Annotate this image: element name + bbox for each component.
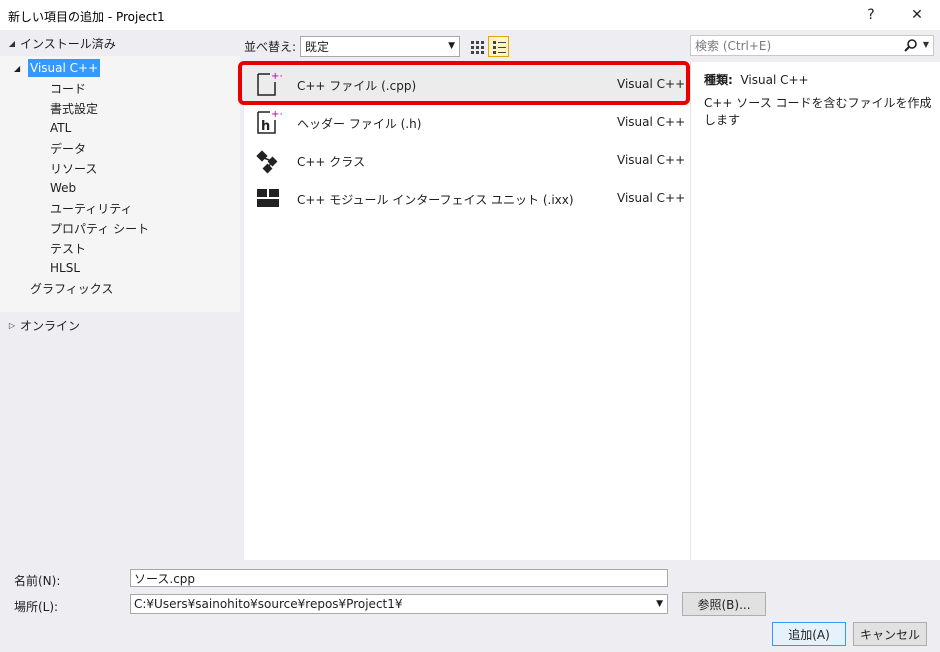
tree-item-label: HLSL — [50, 261, 81, 275]
chevron-down-icon[interactable]: ▼ — [923, 40, 929, 49]
expand-triangle-icon[interactable]: ◢ — [14, 64, 28, 73]
name-value: ソース.cpp — [134, 571, 196, 586]
online-label: オンライン — [20, 318, 81, 333]
list-item-header-file[interactable]: h ++ ヘッダー ファイル (.h) Visual C++ — [244, 103, 690, 141]
tree-item-label: ユーティリティ — [50, 201, 133, 216]
location-label: 場所(L): — [14, 600, 59, 614]
tree-item-label: データ — [50, 141, 87, 156]
tree-item-code[interactable]: コード — [50, 78, 86, 98]
location-value: C:¥Users¥sainohito¥source¥repos¥Project1… — [134, 597, 403, 611]
tree-item-label: グラフィックス — [30, 281, 114, 296]
item-name: ヘッダー ファイル (.h) — [297, 117, 422, 131]
tree-item-test[interactable]: テスト — [50, 238, 86, 258]
tree-item-formatting[interactable]: 書式設定 — [50, 98, 98, 118]
name-field[interactable]: ソース.cpp — [130, 569, 668, 587]
chevron-down-icon: ▼ — [448, 40, 456, 51]
tree-item-graphics[interactable]: グラフィックス — [30, 278, 113, 298]
module-icon — [257, 189, 279, 207]
class-icon — [256, 150, 278, 174]
header-file-icon: h ++ — [257, 109, 282, 134]
list-item-cpp-class[interactable]: C++ クラス Visual C++ — [244, 141, 690, 179]
search-input[interactable]: 検索 (Ctrl+E) ▼ — [690, 35, 934, 56]
browse-button[interactable]: 参照(B)... — [682, 592, 766, 616]
svg-text:++: ++ — [271, 71, 282, 82]
tree-item-property-sheet[interactable]: プロパティ シート — [50, 218, 149, 238]
tree-item-label: リソース — [50, 161, 98, 176]
list-item-cpp-file[interactable]: ++ C++ ファイル (.cpp) Visual C++ — [244, 65, 690, 103]
title-bar: 新しい項目の追加 - Project1 ? ✕ — [0, 0, 940, 30]
grid-view-icon — [470, 40, 484, 54]
category-pane: ◢ インストール済み ◢ Visual C++ コード 書式設定 ATL データ… — [0, 30, 240, 560]
tree-item-label: コード — [50, 81, 87, 96]
close-button[interactable]: ✕ — [894, 0, 940, 30]
tree-item-label: 書式設定 — [50, 101, 99, 116]
search-icon[interactable] — [904, 39, 917, 52]
chevron-down-icon[interactable]: ▼ — [656, 599, 663, 609]
tree-item-data[interactable]: データ — [50, 138, 86, 158]
sort-select[interactable]: 既定 ▼ — [300, 35, 461, 57]
tree-item-atl[interactable]: ATL — [50, 118, 71, 138]
small-icons-view-button[interactable] — [466, 36, 487, 57]
help-button[interactable]: ? — [848, 0, 894, 30]
expand-triangle-icon[interactable]: ▷ — [6, 321, 18, 330]
list-item-module-interface[interactable]: C++ モジュール インターフェイス ユニット (.ixx) Visual C+… — [244, 179, 690, 217]
cancel-button[interactable]: キャンセル — [853, 622, 927, 646]
item-description: C++ ソース コードを含むファイルを作成します — [704, 96, 932, 127]
sort-value: 既定 — [305, 39, 330, 54]
template-list: ++ C++ ファイル (.cpp) Visual C++ h ++ ヘッダー … — [244, 62, 690, 560]
item-type: Visual C++ — [617, 77, 686, 91]
tree-item-visual-cpp[interactable]: ◢ Visual C++ — [14, 58, 101, 78]
installed-label: インストール済み — [20, 36, 116, 51]
item-type: Visual C++ — [617, 115, 686, 129]
tree-item-resource[interactable]: リソース — [50, 158, 97, 178]
item-name: C++ ファイル (.cpp) — [297, 79, 417, 93]
svg-text:++: ++ — [271, 109, 282, 120]
svg-text:h: h — [261, 119, 270, 134]
tree-item-label: ATL — [50, 121, 72, 135]
list-view-button[interactable] — [488, 36, 509, 57]
location-field[interactable]: C:¥Users¥sainohito¥source¥repos¥Project1… — [130, 594, 668, 614]
tree-item-web[interactable]: Web — [50, 178, 76, 198]
item-type: Visual C++ — [617, 191, 686, 205]
online-header[interactable]: ▷ オンライン — [0, 312, 240, 338]
add-button[interactable]: 追加(A) — [772, 622, 846, 646]
category-tree: ◢ Visual C++ コード 書式設定 ATL データ リソース Web ユ… — [0, 56, 240, 312]
sort-toolbar: 並べ替え: 既定 ▼ — [244, 34, 509, 58]
search-placeholder: 検索 (Ctrl+E) — [695, 39, 772, 53]
tree-item-label: プロパティ シート — [50, 221, 150, 236]
item-type: Visual C++ — [617, 153, 686, 167]
item-kind: 種類: Visual C++ — [704, 71, 809, 88]
item-name: C++ モジュール インターフェイス ユニット (.ixx) — [297, 193, 574, 207]
kind-value: Visual C++ — [740, 73, 809, 87]
tree-item-hlsl[interactable]: HLSL — [50, 258, 80, 278]
list-view-icon — [492, 40, 506, 54]
details-pane: 種類: Visual C++ C++ ソース コードを含むファイルを作成します — [690, 62, 940, 560]
window-title: 新しい項目の追加 - Project1 — [8, 10, 165, 24]
cpp-file-icon: ++ — [257, 71, 282, 96]
kind-label: 種類: — [704, 73, 733, 87]
sort-label: 並べ替え: — [244, 39, 297, 54]
tree-item-label: Visual C++ — [28, 59, 101, 77]
tree-item-label: テスト — [50, 241, 87, 256]
item-name: C++ クラス — [297, 155, 366, 169]
tree-item-label: Web — [50, 181, 77, 195]
bottom-form: 名前(N): ソース.cpp 場所(L): C:¥Users¥sainohito… — [0, 560, 940, 652]
name-label: 名前(N): — [14, 574, 61, 588]
installed-header[interactable]: ◢ インストール済み — [0, 30, 240, 56]
collapse-triangle-icon[interactable]: ◢ — [6, 39, 18, 48]
tree-item-utility[interactable]: ユーティリティ — [50, 198, 133, 218]
